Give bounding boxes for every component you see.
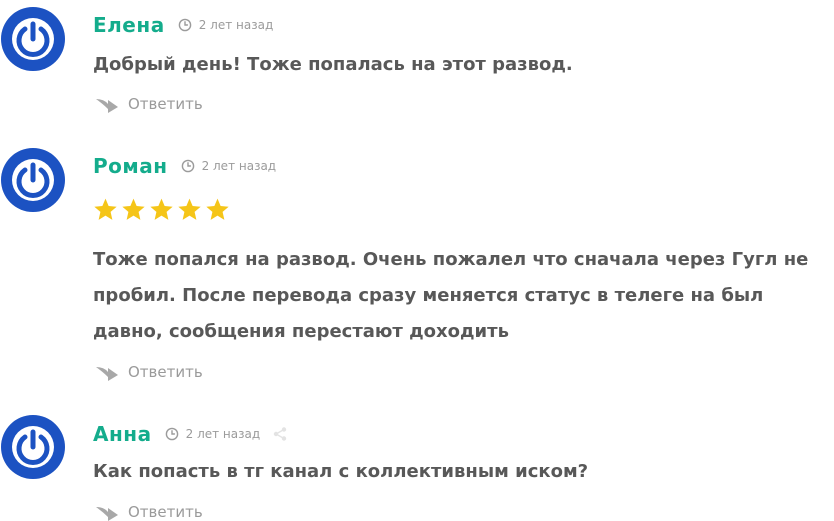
- reply-label: Ответить: [128, 363, 203, 381]
- clock-icon: [181, 159, 194, 173]
- power-icon: [1, 415, 65, 479]
- author-name[interactable]: Анна: [93, 422, 152, 446]
- comment-text-line: давно, сообщения перестают доходить: [93, 321, 509, 342]
- reply-button[interactable]: Ответить: [95, 503, 203, 521]
- avatar[interactable]: [0, 414, 66, 480]
- author-name[interactable]: Роман: [93, 154, 168, 178]
- share-icon[interactable]: [272, 426, 288, 442]
- rating-stars: [93, 197, 230, 222]
- comment-header: Анна 2 лет назад: [93, 421, 288, 447]
- comment-text: Добрый день! Тоже попалась на этот разво…: [93, 54, 573, 75]
- reply-button[interactable]: Ответить: [95, 363, 203, 381]
- reply-arrow-icon: [96, 507, 118, 521]
- clock-icon: [165, 427, 178, 441]
- reply-label: Ответить: [128, 95, 203, 113]
- star-icon: [178, 198, 201, 220]
- power-icon: [1, 7, 65, 71]
- author-name[interactable]: Елена: [93, 13, 165, 37]
- avatar[interactable]: [0, 6, 66, 72]
- reply-arrow-icon: [96, 367, 118, 381]
- avatar[interactable]: [0, 147, 66, 213]
- star-icon: [150, 198, 173, 220]
- comment-time[interactable]: 2 лет назад: [202, 159, 277, 173]
- comment-text-line: Тоже попался на развод. Очень пожалел чт…: [93, 249, 809, 270]
- power-icon: [1, 148, 65, 212]
- star-icon: [206, 198, 229, 220]
- comment-text-line: пробил. После перевода сразу меняется ст…: [93, 285, 764, 306]
- star-icon: [94, 198, 117, 220]
- comment-text: Тоже попался на развод. Очень пожалел чт…: [93, 242, 831, 350]
- comment-time[interactable]: 2 лет назад: [186, 427, 261, 441]
- comment-header: Елена 2 лет назад: [93, 12, 273, 38]
- star-icon: [122, 198, 145, 220]
- comment-header: Роман 2 лет назад: [93, 153, 276, 179]
- clock-icon: [178, 18, 192, 32]
- comment-time[interactable]: 2 лет назад: [199, 18, 274, 32]
- reply-label: Ответить: [128, 503, 203, 521]
- reply-arrow-icon: [96, 99, 118, 113]
- reply-button[interactable]: Ответить: [95, 95, 203, 113]
- comment-text: Как попасть в тг канал с коллективным ис…: [93, 461, 589, 482]
